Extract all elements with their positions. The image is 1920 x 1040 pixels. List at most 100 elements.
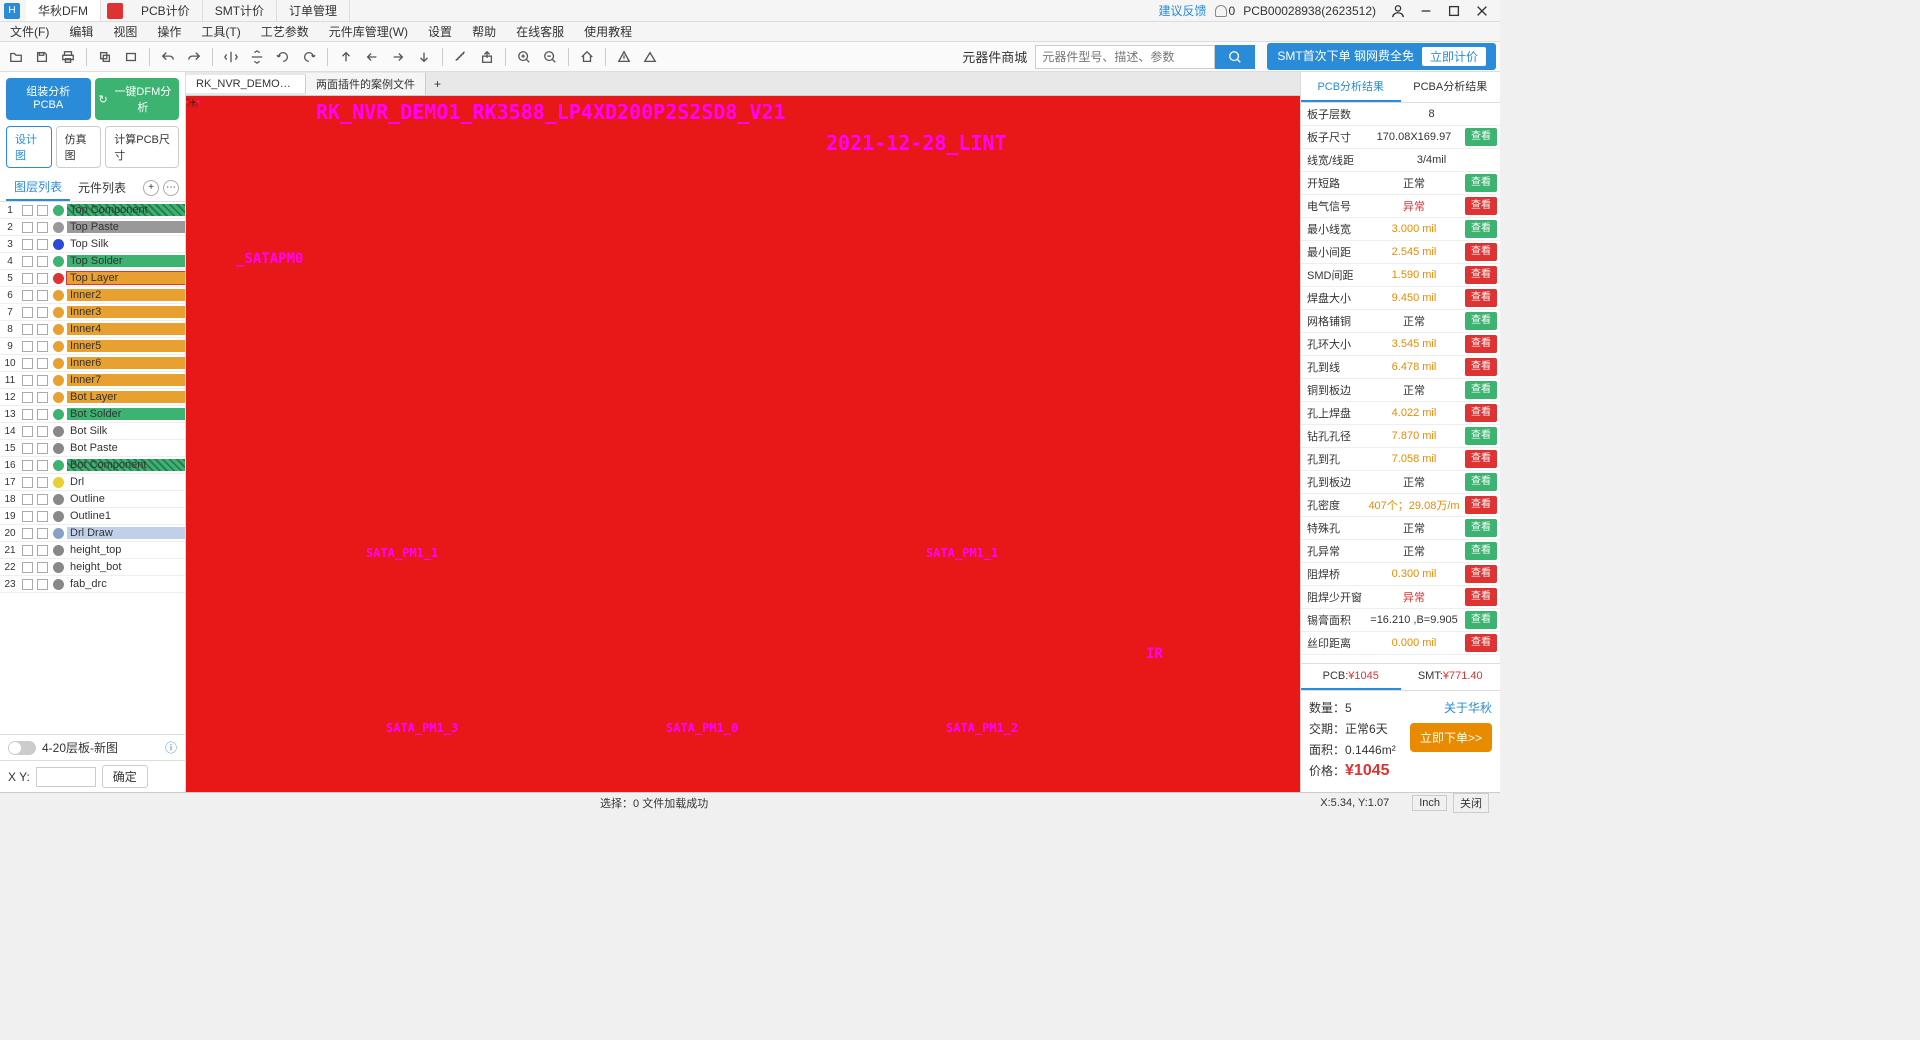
menu-5[interactable]: 工艺参数: [255, 21, 315, 42]
flip-v-icon[interactable]: [245, 45, 269, 69]
tab-components[interactable]: 元件列表: [70, 175, 134, 200]
layer-check-1[interactable]: [22, 375, 33, 386]
layer-row[interactable]: 8Inner4: [0, 321, 185, 338]
layer-check-2[interactable]: [37, 324, 48, 335]
layer-row[interactable]: 19Outline1: [0, 508, 185, 525]
param-view-button[interactable]: 查看: [1465, 519, 1497, 537]
param-view-button[interactable]: 查看: [1465, 243, 1497, 261]
copy-icon[interactable]: [93, 45, 117, 69]
layer-check-1[interactable]: [22, 426, 33, 437]
layer-check-1[interactable]: [22, 307, 33, 318]
layer-row[interactable]: 14Bot Silk: [0, 423, 185, 440]
layer-row[interactable]: 3Top Silk: [0, 236, 185, 253]
layer-check-1[interactable]: [22, 358, 33, 369]
layer-check-2[interactable]: [37, 205, 48, 216]
layer-check-2[interactable]: [37, 290, 48, 301]
layer-check-2[interactable]: [37, 528, 48, 539]
param-view-button[interactable]: 查看: [1465, 335, 1497, 353]
layer-row[interactable]: 6Inner2: [0, 287, 185, 304]
flip-h-icon[interactable]: [219, 45, 243, 69]
order-now-button[interactable]: 立即下单>>: [1410, 723, 1492, 752]
nav-right-icon[interactable]: [386, 45, 410, 69]
layer-check-2[interactable]: [37, 409, 48, 420]
param-view-button[interactable]: 查看: [1465, 496, 1497, 514]
dfm-analysis-button[interactable]: 一键DFM分析: [95, 78, 180, 120]
layer-check-2[interactable]: [37, 426, 48, 437]
layer-check-1[interactable]: [22, 579, 33, 590]
design-view-button[interactable]: 设计图: [6, 126, 52, 168]
layer-check-2[interactable]: [37, 460, 48, 471]
layer-row[interactable]: 5Top Layer: [0, 270, 185, 287]
layer-row[interactable]: 21height_top: [0, 542, 185, 559]
layer-row[interactable]: 4Top Solder: [0, 253, 185, 270]
tab-pcb-results[interactable]: PCB分析结果: [1301, 72, 1401, 102]
warn-icon[interactable]: [612, 45, 636, 69]
layer-row[interactable]: 2Top Paste: [0, 219, 185, 236]
layer-row[interactable]: 17Drl: [0, 474, 185, 491]
menu-2[interactable]: 视图: [107, 21, 143, 42]
rotate-right-icon[interactable]: [297, 45, 321, 69]
promo-banner[interactable]: SMT首次下单 钢网费全免 立即计价: [1267, 43, 1496, 70]
rect-icon[interactable]: [119, 45, 143, 69]
user-icon[interactable]: [1384, 0, 1412, 22]
layer-check-2[interactable]: [37, 443, 48, 454]
layer-check-1[interactable]: [22, 324, 33, 335]
menu-0[interactable]: 文件(F): [4, 21, 55, 42]
layer-row[interactable]: 9Inner5: [0, 338, 185, 355]
param-view-button[interactable]: 查看: [1465, 289, 1497, 307]
layer-row[interactable]: 16Bot Component: [0, 457, 185, 474]
param-view-button[interactable]: 查看: [1465, 404, 1497, 422]
layer-check-2[interactable]: [37, 222, 48, 233]
menu-8[interactable]: 帮助: [466, 21, 502, 42]
home-icon[interactable]: [575, 45, 599, 69]
unit-inch-button[interactable]: Inch: [1412, 795, 1447, 811]
layer-check-2[interactable]: [37, 494, 48, 505]
search-button[interactable]: [1215, 45, 1255, 69]
close-button[interactable]: [1468, 0, 1496, 22]
layer-check-1[interactable]: [22, 494, 33, 505]
assembly-analysis-button[interactable]: 组装分析 PCBA: [6, 78, 91, 120]
zoom-out-icon[interactable]: [538, 45, 562, 69]
price-tab-pcb[interactable]: PCB:¥1045: [1301, 664, 1401, 690]
param-view-button[interactable]: 查看: [1465, 128, 1497, 146]
layer-check-2[interactable]: [37, 375, 48, 386]
param-view-button[interactable]: 查看: [1465, 588, 1497, 606]
param-view-button[interactable]: 查看: [1465, 220, 1497, 238]
layer-check-1[interactable]: [22, 477, 33, 488]
menu-3[interactable]: 操作: [151, 21, 187, 42]
xy-ok-button[interactable]: 确定: [102, 765, 148, 788]
layer-check-1[interactable]: [22, 528, 33, 539]
layer-check-2[interactable]: [37, 511, 48, 522]
param-view-button[interactable]: 查看: [1465, 312, 1497, 330]
search-input[interactable]: [1035, 45, 1215, 69]
add-layer-icon[interactable]: +: [143, 180, 159, 196]
export-icon[interactable]: [475, 45, 499, 69]
layer-check-1[interactable]: [22, 290, 33, 301]
menu-7[interactable]: 设置: [422, 21, 458, 42]
layer-check-2[interactable]: [37, 307, 48, 318]
about-link[interactable]: 关于华秋: [1444, 699, 1492, 716]
param-view-button[interactable]: 查看: [1465, 381, 1497, 399]
param-view-button[interactable]: 查看: [1465, 174, 1497, 192]
measure-icon[interactable]: [449, 45, 473, 69]
tab-layers[interactable]: 图层列表: [6, 174, 70, 201]
layer-check-1[interactable]: [22, 460, 33, 471]
layer-check-2[interactable]: [37, 358, 48, 369]
file-tab-1[interactable]: 两面插件的案例文件: [306, 73, 426, 95]
param-view-button[interactable]: 查看: [1465, 611, 1497, 629]
maximize-button[interactable]: [1440, 0, 1468, 22]
layer-row[interactable]: 11Inner7: [0, 372, 185, 389]
layer-row[interactable]: 1Top Component: [0, 202, 185, 219]
layer-check-2[interactable]: [37, 341, 48, 352]
save-icon[interactable]: [30, 45, 54, 69]
file-tab-0[interactable]: RK_NVR_DEMO1_RK3...: [186, 75, 306, 93]
titlebar-tab-smt[interactable]: SMT计价: [203, 0, 277, 21]
param-view-button[interactable]: 查看: [1465, 542, 1497, 560]
toggle-view[interactable]: [8, 741, 36, 755]
unit-close-button[interactable]: 关闭: [1453, 793, 1489, 813]
param-view-button[interactable]: 查看: [1465, 358, 1497, 376]
new-tab-button[interactable]: +: [426, 74, 449, 94]
layer-row[interactable]: 23fab_drc: [0, 576, 185, 593]
layer-check-1[interactable]: [22, 273, 33, 284]
titlebar-tab-orders[interactable]: 订单管理: [277, 0, 350, 21]
